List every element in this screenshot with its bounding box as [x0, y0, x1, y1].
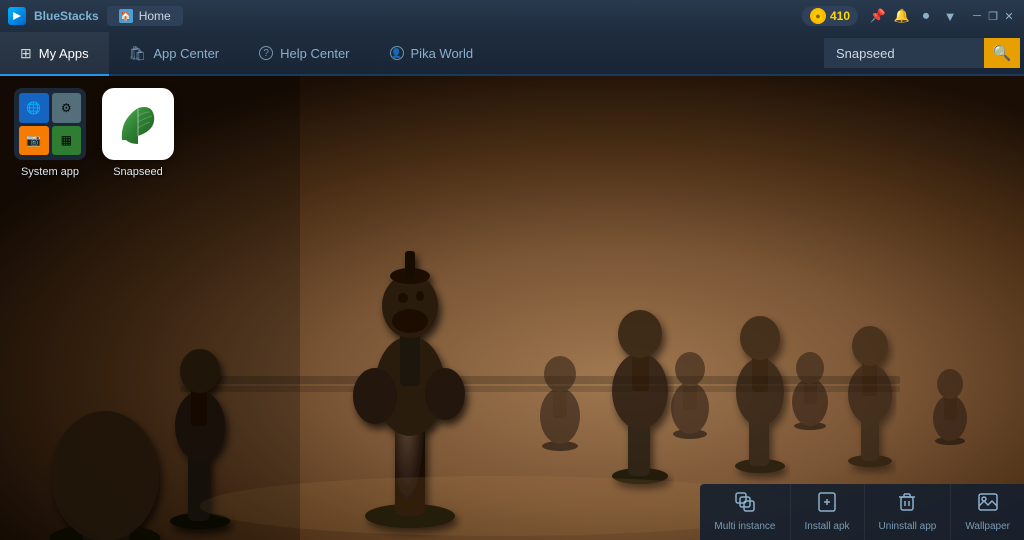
system-app-label: System app: [21, 166, 79, 178]
system-icons: 📌 🔔 ⏺ ▼: [870, 8, 958, 24]
title-bar-right: ● 410 📌 🔔 ⏺ ▼ ─ ❐ ✕: [802, 6, 1016, 26]
install-apk-icon: [817, 492, 837, 517]
pin-icon[interactable]: 📌: [870, 8, 886, 24]
title-bar-left: BlueStacks 🏠 Home: [8, 6, 183, 26]
main-content: 🌐 ⚙ 📷 ▦ System app: [0, 76, 1024, 540]
tab-pika-world[interactable]: 👤 Pika World: [370, 32, 494, 74]
window-controls: ─ ❐ ✕: [970, 9, 1016, 23]
app-center-icon: 🛍: [129, 45, 147, 62]
search-input[interactable]: [824, 38, 984, 68]
grid-sub-icon: ▦: [52, 126, 82, 156]
minimize-button[interactable]: ─: [970, 9, 984, 23]
nav-search: 🔍: [824, 32, 1024, 74]
app-item-system[interactable]: 🌐 ⚙ 📷 ▦ System app: [14, 88, 86, 178]
multi-instance-button[interactable]: Multi instance: [700, 484, 790, 540]
bluestacks-logo-icon: [8, 7, 26, 25]
gear-sub-icon: ⚙: [52, 93, 82, 123]
multi-instance-icon: [735, 492, 755, 517]
my-apps-icon: ⊞: [20, 45, 32, 62]
window-title-label: Home: [139, 9, 171, 23]
search-button[interactable]: 🔍: [984, 38, 1020, 68]
snapseed-label: Snapseed: [113, 166, 163, 178]
coins-badge: ● 410: [802, 6, 858, 26]
tab-help-center[interactable]: ? Help Center: [239, 32, 369, 74]
coin-icon: ●: [810, 8, 826, 24]
uninstall-app-label: Uninstall app: [879, 521, 937, 532]
wallpaper-icon: [978, 492, 998, 517]
tab-pika-world-label: Pika World: [411, 46, 474, 61]
tab-app-center[interactable]: 🛍 App Center: [109, 32, 240, 74]
coins-count: 410: [830, 9, 850, 23]
help-center-icon: ?: [259, 46, 273, 60]
tab-help-center-label: Help Center: [280, 46, 349, 61]
pika-world-icon: 👤: [390, 46, 404, 60]
globe-sub-icon: 🌐: [19, 93, 49, 123]
app-item-snapseed[interactable]: Snapseed: [102, 88, 174, 178]
uninstall-app-button[interactable]: Uninstall app: [865, 484, 952, 540]
camera-sub-icon: 📷: [19, 126, 49, 156]
home-tab-icon: 🏠: [119, 9, 133, 23]
apps-grid: 🌐 ⚙ 📷 ▦ System app: [14, 88, 174, 178]
snapseed-leaf-svg: [114, 100, 162, 148]
snapseed-app-icon: [102, 88, 174, 160]
record-icon[interactable]: ⏺: [918, 8, 934, 24]
wallpaper-button[interactable]: Wallpaper: [951, 484, 1024, 540]
install-apk-button[interactable]: Install apk: [791, 484, 865, 540]
uninstall-app-icon: [897, 492, 917, 517]
tab-app-center-label: App Center: [153, 46, 219, 61]
system-app-icon: 🌐 ⚙ 📷 ▦: [14, 88, 86, 160]
nav-bar: ⊞ My Apps 🛍 App Center ? Help Center 👤 P…: [0, 32, 1024, 76]
maximize-button[interactable]: ❐: [986, 9, 1000, 23]
title-bar: BlueStacks 🏠 Home ● 410 📌 🔔 ⏺ ▼ ─ ❐ ✕: [0, 0, 1024, 32]
tab-my-apps[interactable]: ⊞ My Apps: [0, 32, 109, 74]
close-button[interactable]: ✕: [1002, 9, 1016, 23]
wallpaper-label: Wallpaper: [965, 521, 1010, 532]
settings-icon[interactable]: ▼: [942, 8, 958, 24]
brand-label: BlueStacks: [34, 9, 99, 23]
multi-instance-label: Multi instance: [714, 521, 775, 532]
bottom-toolbar: Multi instance Install apk: [700, 484, 1024, 540]
tab-my-apps-label: My Apps: [39, 46, 89, 61]
notification-icon[interactable]: 🔔: [894, 8, 910, 24]
install-apk-label: Install apk: [805, 521, 850, 532]
window-title-tab[interactable]: 🏠 Home: [107, 6, 183, 26]
